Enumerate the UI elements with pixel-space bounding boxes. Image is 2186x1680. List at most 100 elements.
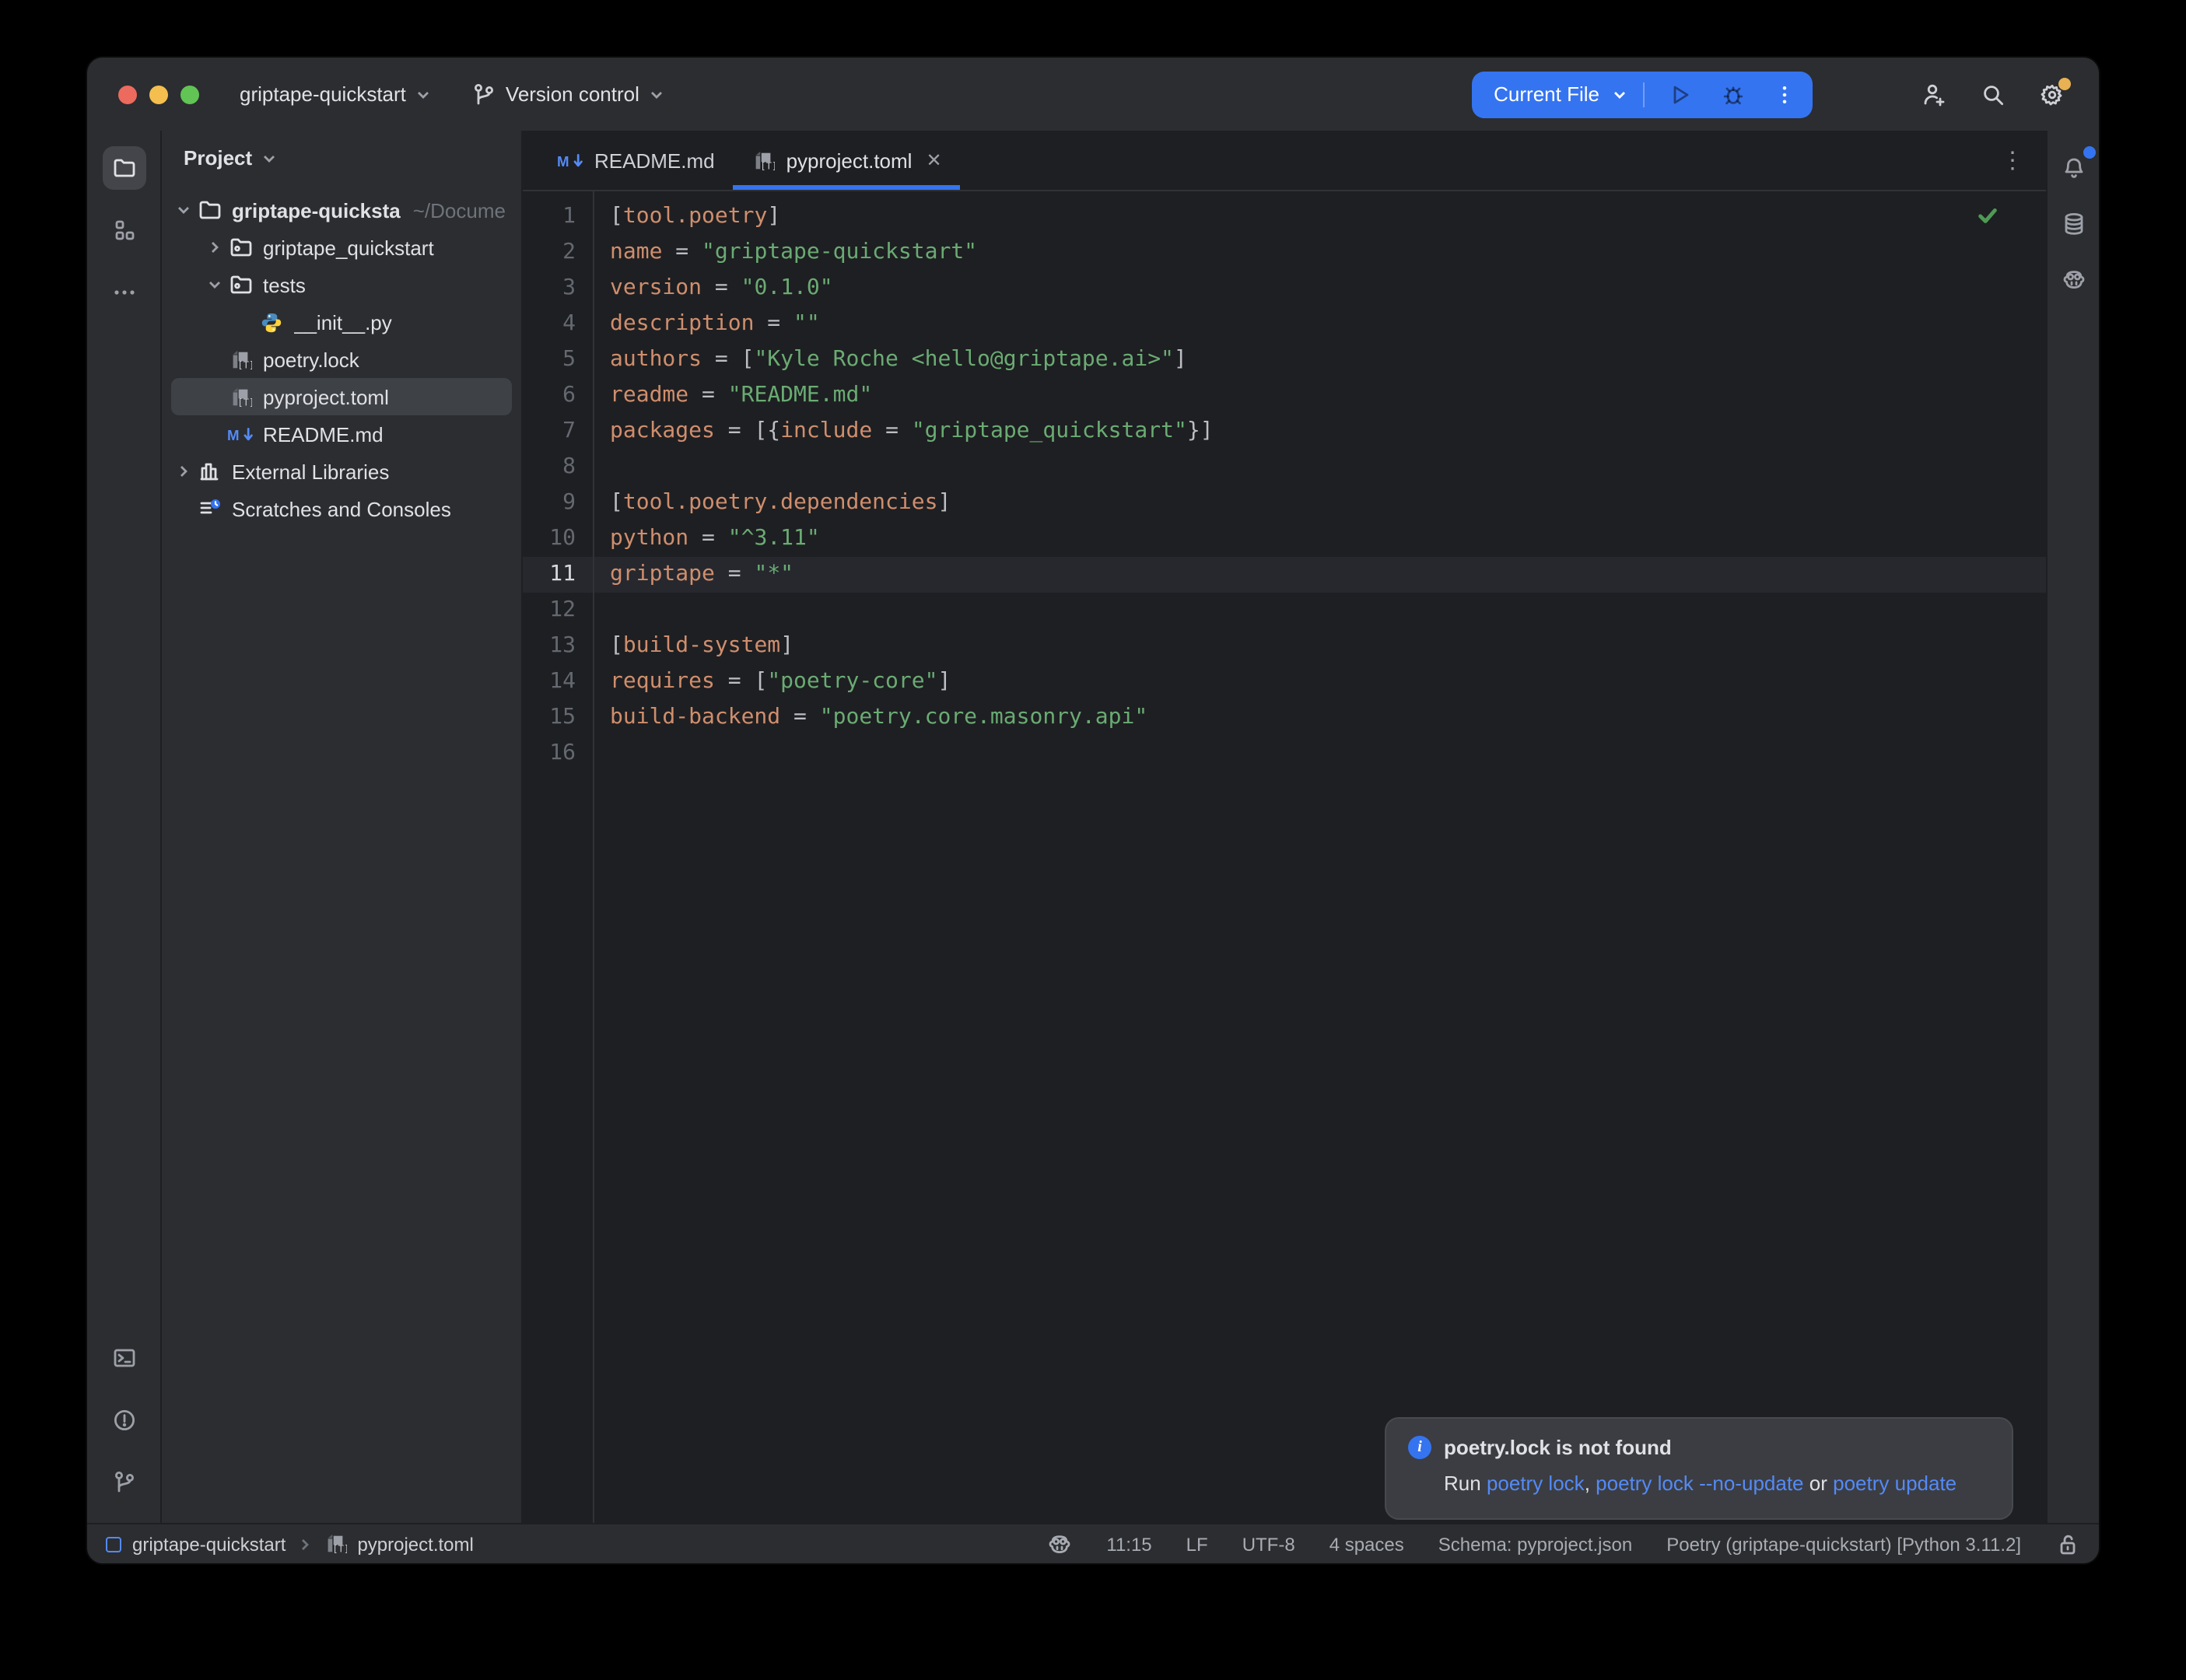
editor-body[interactable]: 12345678910111213141516 [tool.poetry]nam… <box>523 191 2046 1523</box>
schema-widget[interactable]: Schema: pyproject.json <box>1438 1533 1632 1555</box>
chevron-right-icon <box>296 1536 312 1552</box>
tab-label: README.md <box>594 149 715 172</box>
inspection-ok-check-icon[interactable] <box>1976 204 1999 227</box>
tree-item-scratches-and-consoles[interactable]: Scratches and Consoles <box>171 490 512 527</box>
code-line-8[interactable] <box>594 450 2046 485</box>
line-number: 1 <box>523 199 593 235</box>
tree-item--init-py[interactable]: __init__.py <box>171 303 512 341</box>
code-with-me-icon[interactable] <box>1922 82 1946 107</box>
chevron-right-icon[interactable] <box>202 240 227 255</box>
toml-string: "griptape_quickstart" <box>912 418 1187 443</box>
toml-key: python <box>610 526 688 551</box>
git-tool-button[interactable] <box>102 1461 145 1504</box>
project-switcher-label: griptape-quickstart <box>240 82 406 106</box>
tree-item-readme-md[interactable]: MREADME.md <box>171 415 512 453</box>
problems-tool-button[interactable] <box>102 1398 145 1442</box>
markdown-file-icon: M <box>557 150 583 170</box>
code-line-5[interactable]: authors = ["Kyle Roche <hello@griptape.a… <box>594 342 2046 378</box>
line-number: 10 <box>523 521 593 557</box>
line-number: 5 <box>523 342 593 378</box>
tree-item-pyproject-toml[interactable]: [T]pyproject.toml <box>171 378 512 415</box>
line-number: 7 <box>523 414 593 450</box>
chevron-down-icon[interactable] <box>171 202 196 218</box>
interpreter-widget[interactable]: Poetry (griptape-quickstart) [Python 3.1… <box>1666 1533 2021 1555</box>
tree-item-external-libraries[interactable]: External Libraries <box>171 453 512 490</box>
unlock-icon[interactable] <box>2055 1531 2080 1556</box>
close-tab-icon[interactable]: ✕ <box>926 149 941 171</box>
commit-tool-button[interactable] <box>102 208 145 252</box>
code-line-10[interactable]: python = "^3.11" <box>594 521 2046 557</box>
code-line-14[interactable]: requires = ["poetry-core"] <box>594 664 2046 700</box>
info-icon: i <box>1408 1436 1431 1459</box>
code-line-15[interactable]: build-backend = "poetry.core.masonry.api… <box>594 700 2046 736</box>
title-bar: griptape-quickstart Version control Curr… <box>87 58 2099 131</box>
breadcrumb-file[interactable]: pyproject.toml <box>357 1533 473 1555</box>
notification-action-link[interactable]: poetry lock <box>1487 1472 1585 1495</box>
line-separator-widget[interactable]: LF <box>1186 1533 1208 1555</box>
encoding-widget[interactable]: UTF-8 <box>1242 1533 1295 1555</box>
ai-assistant-tool-button[interactable] <box>2055 261 2092 299</box>
vcs-widget[interactable]: Version control <box>471 82 664 107</box>
minimize-window-button[interactable] <box>149 85 168 103</box>
run-button[interactable] <box>1660 82 1701 107</box>
terminal-tool-button[interactable] <box>102 1336 145 1380</box>
settings-gear-icon[interactable] <box>2040 82 2065 107</box>
copilot-status-icon[interactable] <box>1047 1531 1072 1556</box>
tree-item-griptape-quickstart[interactable]: griptape_quickstart <box>171 229 512 266</box>
toml-punct: }] <box>1187 418 1214 443</box>
tree-item-poetry-lock[interactable]: [T]poetry.lock <box>171 341 512 378</box>
project-tool-button[interactable] <box>102 146 145 190</box>
tree-item-tests[interactable]: tests <box>171 266 512 303</box>
code-line-7[interactable]: packages = [{include = "griptape_quickst… <box>594 414 2046 450</box>
status-widgets: 11:15 LF UTF-8 4 spaces Schema: pyprojec… <box>1047 1531 2080 1556</box>
line-number: 4 <box>523 306 593 342</box>
tree-item-label: griptape-quickstart <box>232 198 402 222</box>
chevron-down-icon[interactable] <box>1612 86 1627 102</box>
tree-item-griptape-quickstart[interactable]: griptape-quickstart~/Docume <box>171 191 512 229</box>
close-window-button[interactable] <box>118 85 137 103</box>
svg-text:[T]: [T] <box>761 159 776 170</box>
tab-readme[interactable]: M README.md <box>538 131 734 190</box>
toml-punct: = <box>702 275 741 300</box>
chevron-down-icon[interactable] <box>202 277 227 292</box>
breadcrumb-project[interactable]: griptape-quickstart <box>132 1533 286 1555</box>
tab-options-icon[interactable]: ⋮ <box>2001 146 2024 174</box>
cursor-position-widget[interactable]: 11:15 <box>1106 1533 1151 1555</box>
toml-punct: ] <box>937 490 951 515</box>
database-tool-button[interactable] <box>2055 205 2092 243</box>
tab-pyproject[interactable]: [T] pyproject.toml ✕ <box>734 131 961 190</box>
code-line-9[interactable]: [tool.poetry.dependencies] <box>594 485 2046 521</box>
run-more-button[interactable] <box>1766 83 1803 105</box>
notification-action-link[interactable]: poetry update <box>1833 1472 1957 1495</box>
project-switcher[interactable]: griptape-quickstart <box>240 82 431 106</box>
notification-action-link[interactable]: poetry lock --no-update <box>1596 1472 1803 1495</box>
code-line-11[interactable]: griptape = "*" <box>594 557 2046 593</box>
run-config-selector[interactable]: Current File <box>1494 82 1599 106</box>
chevron-right-icon[interactable] <box>171 464 196 479</box>
code-line-2[interactable]: name = "griptape-quickstart" <box>594 235 2046 271</box>
markdown-icon: M <box>227 424 254 444</box>
toml-key: description <box>610 311 754 336</box>
code-line-3[interactable]: version = "0.1.0" <box>594 271 2046 306</box>
search-everywhere-icon[interactable] <box>1981 82 2006 107</box>
settings-update-badge <box>2058 77 2071 89</box>
code-line-12[interactable] <box>594 593 2046 628</box>
zoom-window-button[interactable] <box>180 85 199 103</box>
project-panel-header[interactable]: Project <box>162 131 521 176</box>
tree-item-label: pyproject.toml <box>263 385 389 408</box>
notification-popup[interactable]: i poetry.lock is not found Run poetry lo… <box>1385 1417 2013 1520</box>
indent-widget[interactable]: 4 spaces <box>1329 1533 1404 1555</box>
toml-string: "poetry.core.masonry.api" <box>820 705 1147 730</box>
editor-gutter: 12345678910111213141516 <box>523 191 594 1523</box>
run-widget-divider <box>1643 82 1645 107</box>
code-line-16[interactable] <box>594 736 2046 772</box>
notifications-bell-button[interactable] <box>2055 149 2092 187</box>
debug-button[interactable] <box>1713 82 1753 107</box>
code-line-6[interactable]: readme = "README.md" <box>594 378 2046 414</box>
more-tools-button[interactable] <box>102 271 145 314</box>
code-pane[interactable]: [tool.poetry]name = "griptape-quickstart… <box>594 191 2046 1523</box>
code-line-4[interactable]: description = "" <box>594 306 2046 342</box>
toml-key: build-backend <box>610 705 780 730</box>
code-line-13[interactable]: [build-system] <box>594 628 2046 664</box>
code-line-1[interactable]: [tool.poetry] <box>594 199 2046 235</box>
